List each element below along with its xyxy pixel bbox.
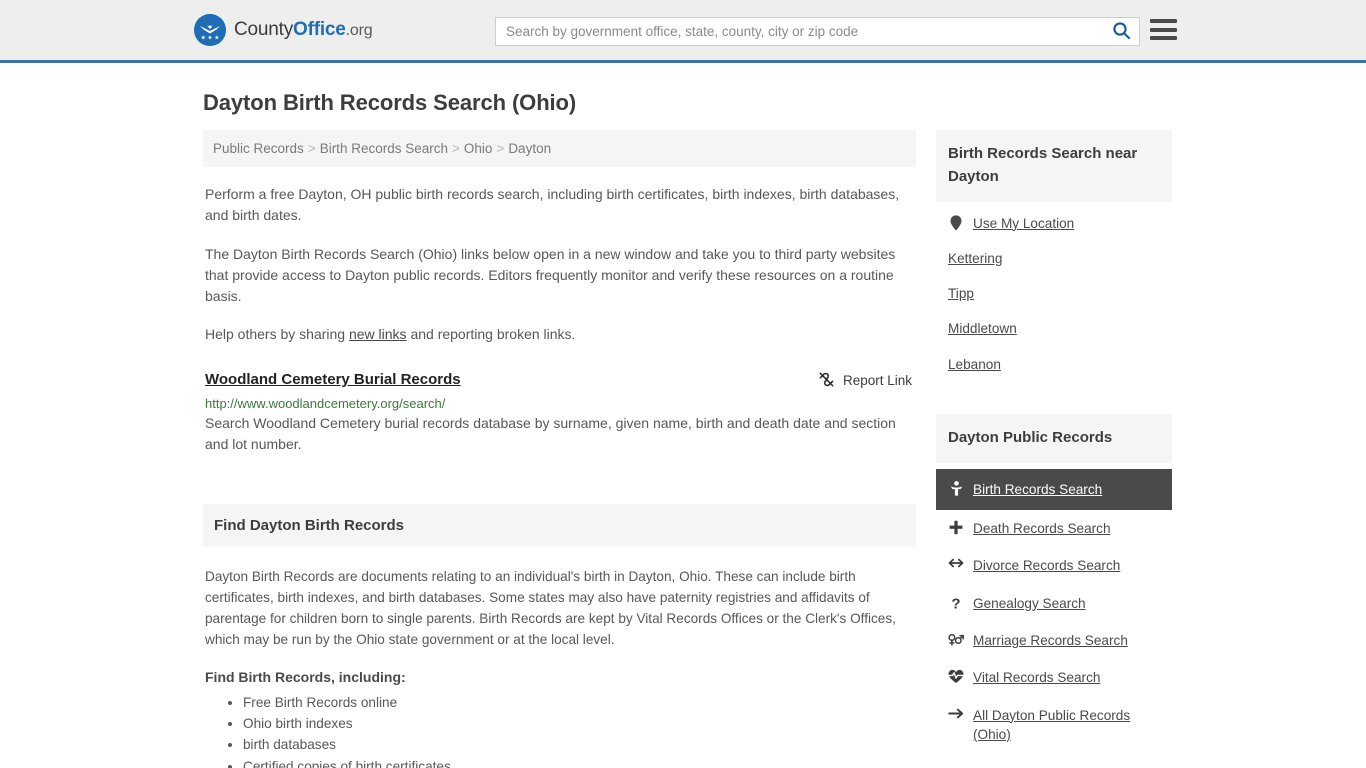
sidebar-item-kettering[interactable]: Kettering xyxy=(936,241,1172,276)
sidebar-near-link[interactable]: Kettering xyxy=(948,249,1002,268)
list-item: Ohio birth indexes xyxy=(243,714,916,734)
sidebar-records-list: Birth Records Search Death Records Searc… xyxy=(936,468,1172,754)
sidebar-records-link[interactable]: Vital Records Search xyxy=(973,668,1100,687)
report-link-button[interactable]: Report Link xyxy=(818,371,916,391)
sidebar-records-link[interactable]: Death Records Search xyxy=(973,519,1111,538)
page-title: Dayton Birth Records Search (Ohio) xyxy=(203,90,577,115)
breadcrumb-item-public-records[interactable]: Public Records xyxy=(213,141,304,156)
result-title-link[interactable]: Woodland Cemetery Burial Records xyxy=(205,371,461,388)
intro-paragraph-2: The Dayton Birth Records Search (Ohio) l… xyxy=(205,245,896,305)
result-header-row: Woodland Cemetery Burial Records Report … xyxy=(205,371,916,391)
result-description: Search Woodland Cemetery burial records … xyxy=(205,414,896,453)
cross-icon xyxy=(948,519,964,535)
sidebar-item-tipp[interactable]: Tipp xyxy=(936,276,1172,311)
svg-text:?: ? xyxy=(951,595,960,611)
sidebar-records-link[interactable]: Marriage Records Search xyxy=(973,631,1128,650)
list-item: birth databases xyxy=(243,735,916,755)
intro-paragraph-1: Perform a free Dayton, OH public birth r… xyxy=(205,186,900,224)
logo-text-county: County xyxy=(234,19,294,40)
breadcrumb-separator: > xyxy=(452,141,460,156)
list-item: Free Birth Records online xyxy=(243,693,916,713)
result-item: Woodland Cemetery Burial Records Report … xyxy=(205,371,916,456)
sidebar-item-use-my-location[interactable]: Use My Location xyxy=(936,206,1172,241)
sidebar-records-link[interactable]: Genealogy Search xyxy=(973,594,1086,613)
question-mark-icon: ? xyxy=(948,594,964,611)
page-container: Dayton Birth Records Search (Ohio) Publi… xyxy=(0,90,1366,768)
arrow-right-icon xyxy=(948,706,964,720)
breadcrumb-item-ohio[interactable]: Ohio xyxy=(464,141,493,156)
baby-icon xyxy=(948,480,964,496)
logo-text-office: Office xyxy=(293,19,346,40)
site-logo[interactable]: CountyOffice.org xyxy=(194,14,373,46)
main-column: Public Records > Birth Records Search > Ohio… xyxy=(203,130,916,768)
breadcrumb-item-birth-records-search[interactable]: Birth Records Search xyxy=(320,141,448,156)
sidebar-item-genealogy-search[interactable]: ? Genealogy Search xyxy=(936,585,1172,622)
find-records-subheading: Find Birth Records, including: xyxy=(205,669,406,686)
find-records-paragraph: Dayton Birth Records are documents relat… xyxy=(205,568,896,648)
heart-pulse-icon xyxy=(948,668,964,684)
sidebar-records-block: Dayton Public Records Birth Records Sear… xyxy=(936,414,1172,753)
hamburger-menu-icon[interactable] xyxy=(1150,19,1177,40)
intro-paragraph-3: Help others by sharing new links and rep… xyxy=(205,324,916,345)
find-records-heading: Find Dayton Birth Records xyxy=(214,516,405,534)
share-text-before: Help others by sharing xyxy=(205,326,349,343)
sidebar-item-lebanon[interactable]: Lebanon xyxy=(936,347,1172,382)
sidebar-near-link[interactable]: Use My Location xyxy=(973,214,1074,233)
eagle-stars-seal-icon xyxy=(194,14,226,46)
share-text-after: and reporting broken links. xyxy=(406,326,576,343)
sidebar-item-birth-records-search[interactable]: Birth Records Search xyxy=(936,468,1172,511)
search-icon xyxy=(1112,21,1131,43)
sidebar-near-link[interactable]: Lebanon xyxy=(948,355,1001,374)
search-bar xyxy=(495,17,1140,46)
sidebar-item-marriage-records-search[interactable]: Marriage Records Search xyxy=(936,622,1172,659)
breadcrumb: Public Records > Birth Records Search > Ohio… xyxy=(203,130,916,167)
map-pin-icon xyxy=(948,214,964,231)
content-columns: Public Records > Birth Records Search > Ohio… xyxy=(203,130,1172,768)
list-item: Certified copies of birth certificates xyxy=(243,757,916,768)
sidebar-item-vital-records-search[interactable]: Vital Records Search xyxy=(936,659,1172,696)
hamburger-bar-1 xyxy=(1150,19,1177,23)
search-input[interactable] xyxy=(496,18,1103,45)
left-right-arrow-icon xyxy=(948,556,964,569)
sidebar-records-link[interactable]: Birth Records Search xyxy=(973,480,1102,499)
venus-mars-icon xyxy=(948,631,964,647)
hamburger-bar-2 xyxy=(1150,27,1177,32)
breadcrumb-separator: > xyxy=(307,141,316,156)
sidebar-near-link[interactable]: Middletown xyxy=(948,319,1017,338)
sidebar-near-list: Use My Location Kettering Tipp Middletow… xyxy=(936,206,1172,382)
hamburger-bar-3 xyxy=(1150,36,1177,40)
sidebar-near-header: Birth Records Search near Dayton xyxy=(936,130,1172,202)
site-header: CountyOffice.org xyxy=(0,0,1366,63)
site-logo-text: CountyOffice.org xyxy=(234,19,373,41)
sidebar-records-link[interactable]: Divorce Records Search xyxy=(973,556,1120,575)
sidebar-item-all-dayton-public-records[interactable]: All Dayton Public Records (Ohio) xyxy=(936,697,1172,754)
result-url[interactable]: http://www.woodlandcemetery.org/search/ xyxy=(205,396,916,411)
report-link-label: Report Link xyxy=(842,373,912,389)
sidebar-item-divorce-records-search[interactable]: Divorce Records Search xyxy=(936,547,1172,584)
sidebar-records-heading: Dayton Public Records xyxy=(948,429,1113,447)
sidebar-item-death-records-search[interactable]: Death Records Search xyxy=(936,510,1172,547)
broken-link-icon xyxy=(818,371,835,391)
find-records-section-header: Find Dayton Birth Records xyxy=(203,503,916,547)
sidebar-records-link[interactable]: All Dayton Public Records (Ohio) xyxy=(973,706,1160,745)
breadcrumb-separator: > xyxy=(496,141,505,156)
sidebar-item-middletown[interactable]: Middletown xyxy=(936,311,1172,346)
sidebar: Birth Records Search near Dayton Use My … xyxy=(936,130,1172,753)
sidebar-near-link[interactable]: Tipp xyxy=(948,284,974,303)
search-button[interactable] xyxy=(1103,18,1139,45)
sidebar-near-heading: Birth Records Search near Dayton xyxy=(948,145,1138,185)
new-links-link[interactable]: new links xyxy=(349,326,407,342)
logo-text-org: .org xyxy=(345,22,373,39)
breadcrumb-item-dayton: Dayton xyxy=(508,141,552,156)
sidebar-records-header: Dayton Public Records xyxy=(936,414,1172,463)
find-records-bullet-list: Free Birth Records online Ohio birth ind… xyxy=(203,693,916,768)
